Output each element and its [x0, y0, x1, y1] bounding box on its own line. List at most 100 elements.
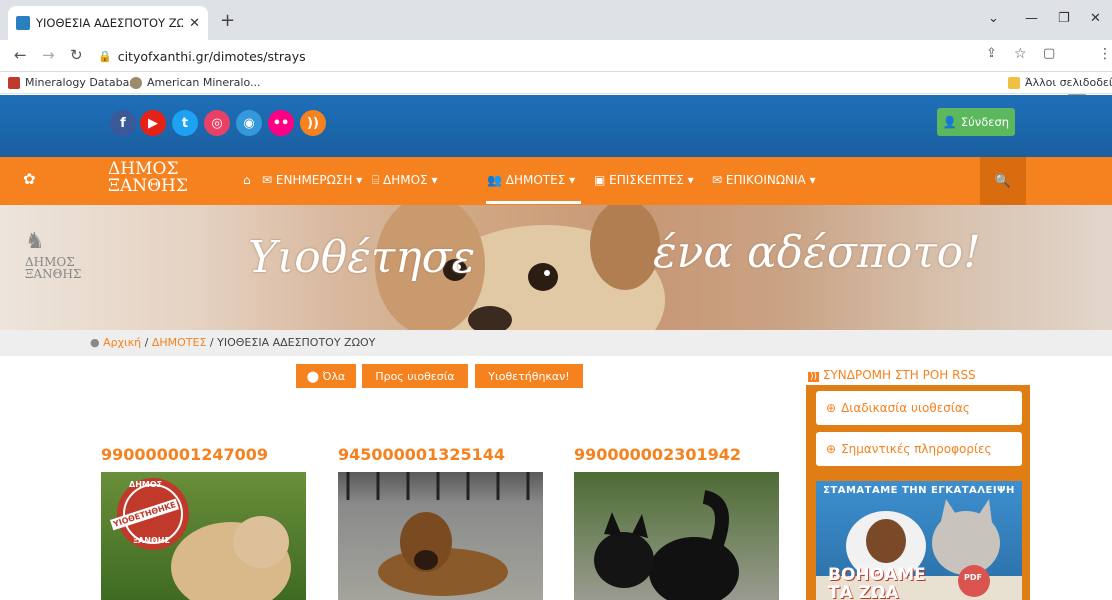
search-icon: 🔍	[994, 173, 1012, 189]
filter-for-adoption-button[interactable]: Προς υιοθεσία	[362, 364, 468, 388]
menu-label: ΕΝΗΜΕΡΩΣΗ	[275, 173, 353, 187]
bookmark-mineralogy[interactable]: Mineralogy Database	[8, 76, 142, 89]
logo-line-2: ΞΑΝΘΗΣ	[108, 176, 188, 196]
menu-label: ΔΗΜΟΣ	[383, 173, 428, 187]
animal-photo-1[interactable]: ΔΗΜΟΣ ΥΙΟΘΕΤΗΘΗΚΕ ΞΑΝΘΗΣ	[101, 472, 306, 600]
close-tab-icon[interactable]: ✕	[189, 16, 200, 31]
menu-label: ΔΗΜΟΤΕΣ	[505, 173, 566, 187]
filter-adopted-button[interactable]: Υιοθετήθηκαν!	[475, 364, 583, 388]
home-icon[interactable]: ⌂	[243, 173, 251, 187]
new-tab-icon[interactable]: +	[220, 10, 235, 31]
filter-all-button[interactable]: ⬤ Όλα	[296, 364, 356, 388]
search-button[interactable]: 🔍	[980, 157, 1026, 205]
right-margin	[1039, 356, 1112, 600]
hero-banner: Υιοθέτησε ένα αδέσποτο!	[0, 205, 1112, 330]
bookmark-star-icon[interactable]: ☆	[1014, 46, 1027, 62]
adopted-stamp-bottom: ΞΑΝΘΗΣ	[133, 536, 170, 545]
dog-photo-1	[117, 478, 291, 600]
instagram-icon[interactable]: ◎	[204, 110, 230, 136]
login-label: Σύνδεση	[960, 115, 1010, 129]
banner-logo-line-2: ΞΑΝΘΗΣ	[25, 267, 82, 281]
minimize-icon[interactable]: —	[1025, 11, 1038, 26]
dog-photo-2	[346, 472, 530, 596]
restore-icon[interactable]: ❐	[1058, 11, 1070, 26]
sidebar-item-label: Σημαντικές πληροφορίες	[841, 442, 992, 456]
sidebar-item-label: Διαδικασία υιοθεσίας	[841, 401, 970, 415]
campaign-poster[interactable]: ΣΤΑΜΑΤΑΜΕ ΤΗΝ ΕΓΚΑΤΑΛΕΙΨΗ ΒΟΗΘΑΜΕ ΤΑ ΖΩΑ…	[816, 481, 1022, 600]
address-bar-row: ← → ↻ 🔒 cityofxanthi.gr/dimotes/strays ⇪…	[0, 40, 1112, 105]
bookmark-american-mineralogist[interactable]: American Mineralo...	[130, 76, 260, 89]
gear-icon[interactable]: ✿	[23, 170, 36, 188]
bookmarks-bar: Mineralogy Database American Mineralo...…	[0, 72, 1112, 94]
user-icon: 👤	[942, 115, 958, 129]
important-info-link[interactable]: ⊕ Σημαντικές πληροφορίες	[816, 432, 1022, 466]
adopted-stamp-top: ΔΗΜΟΣ	[129, 480, 163, 489]
twitter-icon[interactable]: t	[172, 110, 198, 136]
tab-search-icon[interactable]: ⌄	[988, 11, 999, 26]
tab-title: ΥΙΟΘΕΣΙΑ ΑΔΕΣΠΟΤΟΥ ΖΩΟΥ - Δ	[36, 16, 184, 30]
share-icon[interactable]: ⇪	[986, 46, 997, 61]
bookmark-label: American Mineralo...	[147, 76, 261, 89]
banner-text-right: ένα αδέσποτο!	[653, 227, 981, 278]
mineral-icon	[130, 76, 142, 89]
active-menu-indicator	[486, 201, 581, 204]
circle-icon: ⬤	[306, 369, 320, 383]
dog-photo-3	[594, 490, 739, 600]
horse-icon: ♞	[25, 229, 45, 254]
map-marker-icon: ●	[90, 336, 100, 349]
facebook-icon[interactable]: f	[110, 110, 136, 136]
folder-icon	[1008, 76, 1020, 89]
menu-item-contact[interactable]: ✉ ΕΠΙΚΟΙΝΩΝΙΑ ▾	[712, 173, 816, 187]
rss-small-icon: ))	[808, 372, 820, 382]
poster-heading: ΣΤΑΜΑΤΑΜΕ ΤΗΝ ΕΓΚΑΤΑΛΕΙΨΗ	[823, 485, 1015, 496]
banner-logo: ♞ ΔΗΜΟΣ ΞΑΝΘΗΣ	[25, 228, 81, 280]
other-bookmarks-label: Άλλοι σελιδοδείκτε	[1025, 76, 1112, 89]
menu-item-municipality[interactable]: ⌸ ΔΗΜΟΣ ▾	[372, 173, 437, 188]
forward-icon[interactable]: →	[42, 46, 55, 64]
menu-kebab-icon[interactable]: ⋮	[1098, 46, 1112, 62]
chrome-icon[interactable]: ◉	[236, 110, 262, 136]
poster-slogan-line-1: ΒΟΗΘΑΜΕ	[828, 565, 926, 585]
filter-label: Προς υιοθεσία	[375, 369, 455, 383]
reload-icon[interactable]: ↻	[70, 46, 83, 64]
lock-icon: 🔒	[98, 49, 112, 63]
url-field[interactable]: 🔒 cityofxanthi.gr/dimotes/strays	[98, 44, 978, 68]
adoption-procedure-link[interactable]: ⊕ Διαδικασία υιοθεσίας	[816, 391, 1022, 425]
menu-label: ΕΠΙΣΚΕΠΤΕΣ	[609, 173, 684, 187]
breadcrumb-current: ΥΙΟΘΕΣΙΑ ΑΔΕΣΠΟΤΟΥ ΖΩΟΥ	[217, 336, 376, 349]
banner-text-left: Υιοθέτησε	[248, 232, 476, 283]
site-logo[interactable]: ΔΗΜΟΣ ΞΑΝΘΗΣ	[108, 161, 188, 195]
sidepanel-icon[interactable]: ▢	[1043, 46, 1055, 61]
filter-label: Υιοθετήθηκαν!	[488, 369, 570, 383]
browser-tab[interactable]: ΥΙΟΘΕΣΙΑ ΑΔΕΣΠΟΤΟΥ ΖΩΟΥ - Δ ✕	[8, 6, 208, 40]
breadcrumb: ● Αρχική / ΔΗΜΟΤΕΣ / ΥΙΟΘΕΣΙΑ ΑΔΕΣΠΟΤΟΥ …	[90, 336, 376, 349]
animal-id-1[interactable]: 990000001247009	[101, 445, 268, 464]
bookmark-label: Mineralogy Database	[25, 76, 142, 89]
menu-label: ΕΠΙΚΟΙΝΩΝΙΑ	[725, 173, 806, 187]
menu-item-citizens[interactable]: 👥 ΔΗΜΟΤΕΣ ▾	[487, 173, 575, 187]
animal-photo-2[interactable]	[338, 472, 543, 600]
site-favicon-icon	[16, 16, 30, 30]
browser-tab-bar: ΥΙΟΘΕΣΙΑ ΑΔΕΣΠΟΤΟΥ ΖΩΟΥ - Δ ✕ + ⌄ — ❐ ✕	[0, 0, 1112, 40]
breadcrumb-section[interactable]: ΔΗΜΟΤΕΣ	[152, 336, 207, 349]
rss-label: ΣΥΝΔΡΟΜΗ ΣΤΗ ΡΟΗ RSS	[822, 368, 976, 382]
breadcrumb-home[interactable]: Αρχική	[103, 336, 141, 349]
rss-subscribe-link[interactable]: )) ΣΥΝΔΡΟΜΗ ΣΤΗ ΡΟΗ RSS	[808, 368, 976, 382]
menu-item-visitors[interactable]: ▣ ΕΠΙΣΚΕΠΤΕΣ ▾	[594, 173, 694, 187]
poster-slogan: ΒΟΗΘΑΜΕ ΤΑ ΖΩΑ	[828, 566, 926, 600]
close-window-icon[interactable]: ✕	[1090, 11, 1101, 26]
other-bookmarks[interactable]: Άλλοι σελιδοδείκτε	[1008, 76, 1112, 89]
rss-icon[interactable]: ))	[300, 110, 326, 136]
pdf-icon: PDF	[964, 573, 982, 582]
menu-item-news[interactable]: ✉ ΕΝΗΜΕΡΩΣΗ ▾	[262, 173, 362, 187]
filter-label: Όλα	[322, 369, 346, 383]
animal-id-3[interactable]: 990000002301942	[574, 445, 741, 464]
youtube-icon[interactable]: ▶	[140, 110, 166, 136]
animal-id-2[interactable]: 945000001325144	[338, 445, 505, 464]
back-icon[interactable]: ←	[14, 46, 27, 64]
login-button[interactable]: 👤 Σύνδεση	[937, 108, 1015, 136]
flickr-icon[interactable]: ••	[268, 110, 294, 136]
mineral-icon	[8, 76, 20, 89]
animal-photo-3[interactable]	[574, 472, 779, 600]
plus-circle-icon: ⊕	[826, 442, 837, 456]
